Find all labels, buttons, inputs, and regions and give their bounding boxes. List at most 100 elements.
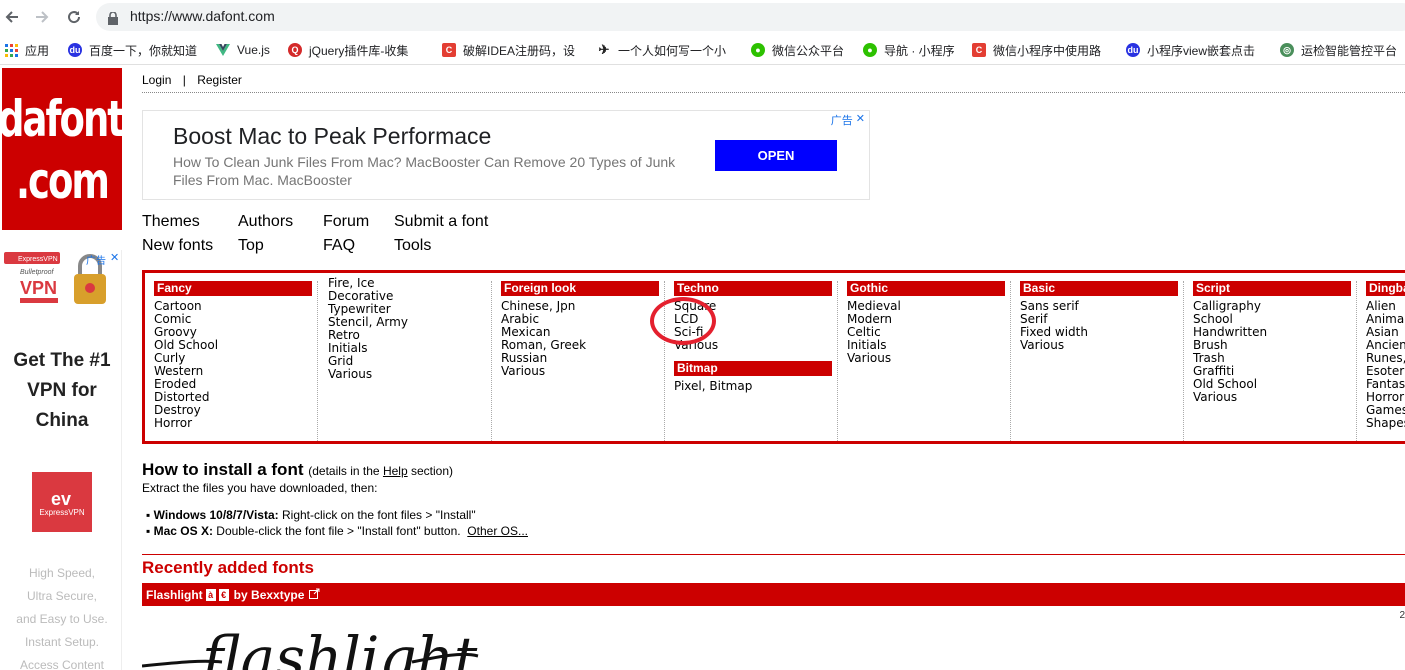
side-ad[interactable]: ExpressVPN Bulletproof VPN 广告 ✕ Get The … (2, 250, 122, 670)
install-heading: How to install a font (details in the He… (142, 460, 453, 480)
bird-icon: ✈ (598, 42, 610, 57)
nav-tools[interactable]: Tools (394, 237, 431, 255)
close-icon[interactable]: ✕ (110, 251, 119, 264)
wechat-icon: ● (751, 43, 765, 57)
svg-text:ExpressVPN: ExpressVPN (18, 256, 58, 263)
ad-open-button[interactable]: OPEN (715, 140, 837, 171)
baidu-paw-icon: du (1126, 43, 1140, 57)
address-bar[interactable]: https://www.dafont.com (96, 3, 1405, 31)
bookmark-article[interactable]: ✈ 一个人如何写一个小 (597, 41, 737, 59)
nav-new-fonts[interactable]: New fonts (142, 237, 213, 255)
apps-grid-icon (4, 43, 18, 57)
back-arrow-icon[interactable] (0, 5, 24, 29)
category-header-fancy[interactable]: Fancy (154, 281, 312, 296)
external-link-icon[interactable] (309, 588, 320, 602)
category-header-techno[interactable]: Techno (674, 281, 832, 296)
side-ad-headline[interactable]: Get The #1 VPN for China (2, 346, 122, 436)
csdn-icon: C (972, 43, 986, 57)
subcategory-link[interactable]: Various (328, 368, 491, 381)
bookmark-routing[interactable]: C 微信小程序中使用路 (972, 41, 1112, 59)
wechat-icon: ● (863, 43, 877, 57)
font-name-link[interactable]: Flashlight (146, 588, 203, 602)
author-link[interactable]: Bexxtype (251, 588, 304, 602)
bookmark-baidu[interactable]: du 百度一下，你就知道 (68, 41, 203, 59)
nav-top[interactable]: Top (238, 237, 264, 255)
annotation-circle (650, 297, 716, 345)
bookmark-label: Vue.js (237, 43, 270, 57)
page-content: dafont .com Login | Register Boost Mac t… (0, 66, 1405, 670)
subcategory-link[interactable]: Pixel, Bitmap (674, 380, 837, 393)
windows-label: Windows 10/8/7/Vista: (153, 508, 279, 522)
ad-choices[interactable]: 广告 ✕ (831, 112, 865, 128)
preview-text: flashlight (198, 624, 478, 670)
category-header-foreign-look[interactable]: Foreign look (501, 281, 659, 296)
subcategory-link[interactable]: Shapes (1366, 417, 1405, 430)
ad-brand: MacBooster (277, 172, 352, 188)
expressvpn-logo[interactable]: ev ExpressVPN (32, 472, 92, 532)
bookmark-platform[interactable]: ◎ 运检智能管控平台 (1280, 41, 1405, 59)
category-header-bitmap[interactable]: Bitmap (674, 361, 832, 376)
subcategory-link[interactable]: Various (501, 365, 664, 378)
top-ad-banner[interactable]: Boost Mac to Peak Performace How To Clea… (142, 110, 870, 200)
side-ad-tag: 广告 (86, 256, 106, 267)
close-icon[interactable]: ✕ (856, 112, 865, 128)
subcategory-link[interactable]: Various (1193, 391, 1356, 404)
category-header-script[interactable]: Script (1193, 281, 1351, 296)
dafont-logo[interactable]: dafont .com (2, 68, 122, 230)
url-text[interactable]: https://www.dafont.com (130, 8, 275, 24)
install-details-text: (details in the (308, 464, 380, 478)
subcategory-link[interactable]: Various (847, 352, 1010, 365)
logo-label: ExpressVPN (39, 507, 85, 517)
ad-title[interactable]: Boost Mac to Peak Performace (173, 123, 491, 150)
bookmark-jquery[interactable]: Q jQuery插件库-收集 (288, 41, 428, 59)
bookmark-label: 百度一下，你就知道 (89, 43, 198, 58)
bookmark-wechat-mp[interactable]: ● 微信公众平台 (751, 41, 851, 59)
bookmark-label: 破解IDEA注册码，设 (463, 43, 576, 58)
help-link[interactable]: Help (383, 464, 408, 478)
bookmark-view[interactable]: du 小程序view嵌套点击 (1126, 41, 1266, 59)
font-preview-image[interactable]: flashlight (142, 622, 482, 670)
category-header-dingbats[interactable]: Dingbats (1366, 281, 1405, 296)
headline-line: Get The #1 (13, 350, 111, 371)
vue-logo-icon (216, 43, 230, 57)
bookmark-vue[interactable]: Vue.js (216, 41, 276, 59)
bookmarks-bar: 应用 du 百度一下，你就知道 Vue.js Q jQuery插件库-收集 C … (0, 34, 1405, 65)
nav-authors[interactable]: Authors (238, 213, 293, 231)
separator: | (182, 73, 186, 87)
register-link[interactable]: Register (197, 73, 242, 87)
bookmark-miniprogram[interactable]: ● 导航 · 小程序 (863, 41, 963, 59)
forward-arrow-icon[interactable] (30, 5, 54, 29)
reload-icon[interactable] (62, 5, 86, 29)
category-column-foreign: Foreign look Chinese, Jpn Arabic Mexican… (492, 281, 665, 441)
windows-instructions: Right-click on the font files > "Install… (281, 508, 476, 522)
category-column-fancy: Fancy Cartoon Comic Groovy Old School Cu… (145, 281, 318, 441)
side-ad-copy: High Speed, Ultra Secure, and Easy to Us… (2, 562, 122, 670)
baidu-paw-icon: du (68, 43, 82, 57)
bookmark-label: 运检智能管控平台 (1301, 43, 1398, 58)
nav-faq[interactable]: FAQ (323, 237, 355, 255)
section-divider (142, 554, 1405, 555)
svg-text:ev: ev (51, 489, 71, 508)
side-ad-banner[interactable]: ExpressVPN Bulletproof VPN 广告 ✕ (2, 250, 122, 310)
headline-line: VPN for (27, 380, 97, 401)
subcategory-link[interactable]: Various (1020, 339, 1183, 352)
bookmark-label: 导航 · 小程序 (884, 43, 955, 58)
login-link[interactable]: Login (142, 73, 171, 87)
ad-subtitle-text: How To Clean Junk Files From Mac? MacBoo… (173, 154, 676, 188)
category-header-basic[interactable]: Basic (1020, 281, 1178, 296)
nav-submit-font[interactable]: Submit a font (394, 213, 488, 231)
category-header-gothic[interactable]: Gothic (847, 281, 1005, 296)
lock-icon (108, 10, 118, 29)
mac-label: Mac OS X: (153, 524, 213, 538)
nav-themes[interactable]: Themes (142, 213, 200, 231)
subcategory-link[interactable]: Horror (154, 417, 317, 430)
bookmark-label: 一个人如何写一个小 (618, 43, 727, 58)
csdn-icon: C (442, 43, 456, 57)
bookmark-idea[interactable]: C 破解IDEA注册码，设 (442, 41, 582, 59)
install-title: How to install a font (142, 460, 304, 479)
bookmark-apps[interactable]: 应用 (4, 41, 56, 59)
copy-line: Ultra Secure, (26, 589, 98, 603)
other-os-link[interactable]: Other OS... (467, 524, 528, 538)
nav-forum[interactable]: Forum (323, 213, 369, 231)
bookmark-label: jQuery插件库-收集 (309, 43, 409, 58)
